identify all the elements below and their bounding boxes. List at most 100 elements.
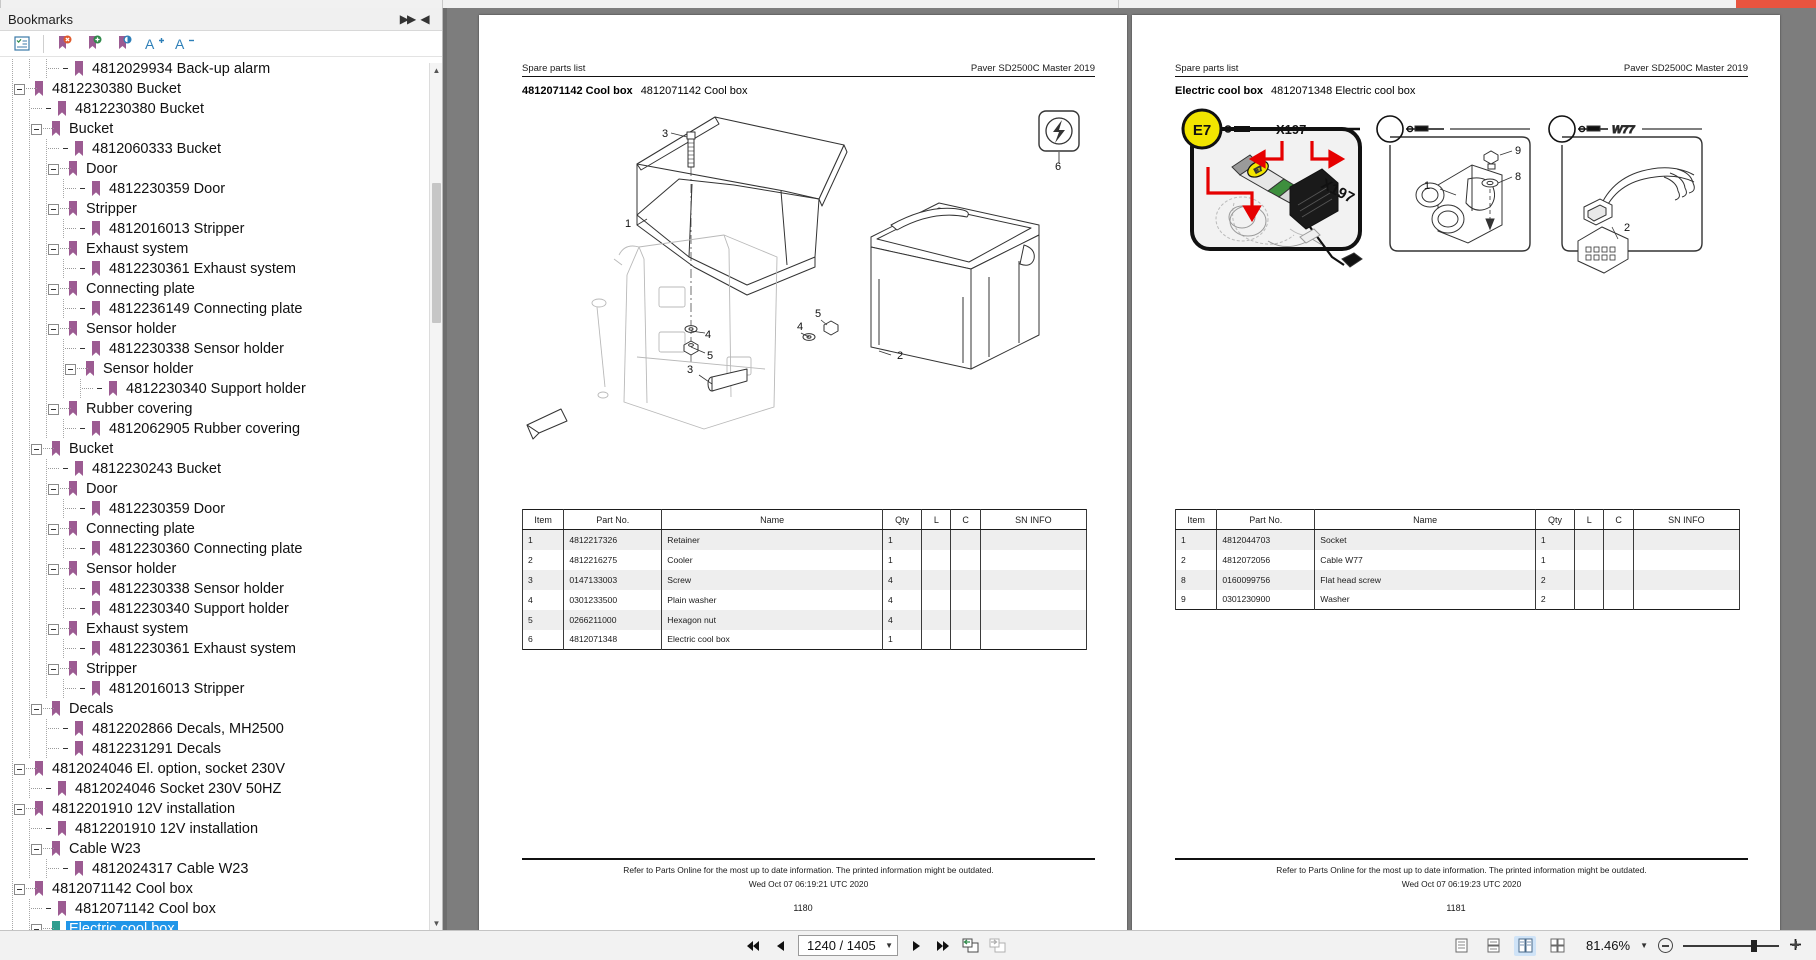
tree-toggle-icon[interactable] bbox=[48, 283, 59, 295]
bookmark-item[interactable]: 4812230243 Bucket bbox=[0, 459, 442, 480]
bookmark-item[interactable]: Sensor holder bbox=[0, 359, 442, 380]
bookmark-item[interactable]: 4812230361 Exhaust system bbox=[0, 639, 442, 660]
bookmark-options-icon[interactable] bbox=[8, 32, 36, 56]
bookmark-item[interactable]: Door bbox=[0, 159, 442, 180]
bookmark-item[interactable]: 4812230340 Support holder bbox=[0, 599, 442, 620]
scroll-up-icon[interactable]: ▲ bbox=[430, 63, 443, 77]
tree-toggle-icon[interactable] bbox=[48, 203, 59, 215]
bookmark-item[interactable]: Exhaust system bbox=[0, 619, 442, 640]
bookmark-item[interactable]: 4812202866 Decals, MH2500 bbox=[0, 719, 442, 740]
bookmark-item[interactable]: 4812230380 Bucket bbox=[0, 99, 442, 120]
last-page-button[interactable] bbox=[934, 936, 952, 956]
bookmark-item[interactable]: 4812016013 Stripper bbox=[0, 219, 442, 240]
bookmark-item[interactable]: 4812201910 12V installation bbox=[0, 819, 442, 840]
tree-toggle-icon[interactable] bbox=[31, 703, 42, 715]
bookmark-item[interactable]: 4812231291 Decals bbox=[0, 739, 442, 760]
tree-toggle-icon[interactable] bbox=[48, 523, 59, 535]
tree-toggle-icon[interactable] bbox=[14, 83, 25, 95]
bookmark-item[interactable]: Rubber covering bbox=[0, 399, 442, 420]
single-page-view-button[interactable] bbox=[1450, 936, 1472, 956]
tree-toggle-icon[interactable] bbox=[14, 803, 25, 815]
bookmark-item[interactable]: Cable W23 bbox=[0, 839, 442, 860]
tree-toggle-icon[interactable] bbox=[48, 623, 59, 635]
bookmark-item[interactable]: 4812071142 Cool box bbox=[0, 899, 442, 920]
next-view-icon[interactable] bbox=[988, 936, 1006, 956]
scrollbar-thumb[interactable] bbox=[432, 183, 441, 323]
bookmark-item[interactable]: 4812024046 El. option, socket 230V bbox=[0, 759, 442, 780]
tree-toggle-icon[interactable] bbox=[31, 123, 42, 135]
tree-toggle-icon[interactable] bbox=[31, 443, 42, 455]
decrease-font-icon[interactable]: A bbox=[171, 32, 199, 56]
document-viewer[interactable]: Spare parts list Paver SD2500C Master 20… bbox=[443, 8, 1816, 930]
bookmark-item[interactable]: Exhaust system bbox=[0, 239, 442, 260]
previous-view-icon[interactable] bbox=[961, 936, 979, 956]
tree-toggle-icon[interactable] bbox=[48, 663, 59, 675]
scroll-down-icon[interactable]: ▼ bbox=[430, 916, 443, 930]
tree-toggle-icon[interactable] bbox=[48, 163, 59, 175]
bookmark-item[interactable]: Bucket bbox=[0, 119, 442, 140]
next-page-button[interactable] bbox=[907, 936, 925, 956]
sidebar-scrollbar[interactable]: ▲ ▼ bbox=[429, 63, 442, 930]
add-bookmark-icon[interactable] bbox=[81, 32, 109, 56]
collapse-panel-icon[interactable]: ◀ bbox=[416, 10, 434, 28]
page-number-input[interactable]: 1240 / 1405 ▼ bbox=[798, 935, 898, 956]
bookmark-item[interactable]: 4812230360 Connecting plate bbox=[0, 539, 442, 560]
bookmark-item[interactable]: 4812060333 Bucket bbox=[0, 139, 442, 160]
zoom-dropdown-icon[interactable]: ▼ bbox=[1640, 941, 1648, 950]
bookmark-item[interactable]: 4812024317 Cable W23 bbox=[0, 859, 442, 880]
bookmark-item[interactable]: Stripper bbox=[0, 199, 442, 220]
chevron-down-icon[interactable]: ▼ bbox=[885, 941, 893, 950]
previous-page-button[interactable] bbox=[771, 936, 789, 956]
bookmark-item[interactable]: 4812062905 Rubber covering bbox=[0, 419, 442, 440]
bookmark-item[interactable]: 4812230361 Exhaust system bbox=[0, 259, 442, 280]
bookmark-item[interactable]: 4812230338 Sensor holder bbox=[0, 579, 442, 600]
bookmark-item[interactable]: Sensor holder bbox=[0, 319, 442, 340]
tree-toggle-icon[interactable] bbox=[48, 323, 59, 335]
bookmark-item[interactable]: Bucket bbox=[0, 439, 442, 460]
bookmark-item[interactable]: 4812230359 Door bbox=[0, 179, 442, 200]
bookmark-item[interactable]: 4812230359 Door bbox=[0, 499, 442, 520]
bookmark-item[interactable]: Connecting plate bbox=[0, 519, 442, 540]
bookmark-item[interactable]: 4812236149 Connecting plate bbox=[0, 299, 442, 320]
zoom-out-button[interactable] bbox=[1658, 938, 1673, 953]
bookmark-item[interactable]: 4812024046 Socket 230V 50HZ bbox=[0, 779, 442, 800]
zoom-slider[interactable] bbox=[1683, 938, 1779, 953]
bookmark-item[interactable]: Sensor holder bbox=[0, 559, 442, 580]
tree-toggle-icon[interactable] bbox=[14, 883, 25, 895]
pdf-page-right[interactable]: Spare parts list Paver SD2500C Master 20… bbox=[1132, 15, 1780, 930]
bookmark-item[interactable]: 4812029934 Back-up alarm bbox=[0, 59, 442, 80]
tree-toggle-icon[interactable] bbox=[48, 483, 59, 495]
bookmarks-tree[interactable]: 4812029934 Back-up alarm 4812230380 Bucke… bbox=[0, 57, 442, 931]
accent-strip bbox=[1736, 0, 1816, 8]
bookmark-item[interactable]: 4812016013 Stripper bbox=[0, 679, 442, 700]
edit-bookmark-icon[interactable] bbox=[111, 32, 139, 56]
bookmark-item[interactable]: Connecting plate bbox=[0, 279, 442, 300]
bookmark-item[interactable]: Door bbox=[0, 479, 442, 500]
bookmark-item[interactable]: 4812230380 Bucket bbox=[0, 79, 442, 100]
continuous-page-view-button[interactable] bbox=[1482, 936, 1504, 956]
tree-toggle-icon[interactable] bbox=[48, 563, 59, 575]
bookmark-item[interactable]: Electric cool box bbox=[0, 919, 442, 931]
tree-toggle-icon[interactable] bbox=[48, 243, 59, 255]
zoom-in-button[interactable] bbox=[1789, 938, 1804, 953]
continuous-facing-view-button[interactable] bbox=[1546, 936, 1568, 956]
bookmark-item[interactable]: 4812230338 Sensor holder bbox=[0, 339, 442, 360]
first-page-button[interactable] bbox=[744, 936, 762, 956]
bookmark-item[interactable]: 4812230340 Support holder bbox=[0, 379, 442, 400]
tree-toggle-icon[interactable] bbox=[14, 763, 25, 775]
bookmark-item[interactable]: Decals bbox=[0, 699, 442, 720]
bookmark-item[interactable]: 4812071142 Cool box bbox=[0, 879, 442, 900]
expand-panel-icon[interactable]: ▶▶ bbox=[398, 10, 416, 28]
tree-spacer bbox=[44, 104, 55, 115]
bookmark-item[interactable]: Stripper bbox=[0, 659, 442, 680]
facing-page-view-button[interactable] bbox=[1514, 935, 1537, 956]
bookmark-item[interactable]: 4812201910 12V installation bbox=[0, 799, 442, 820]
zoom-slider-knob[interactable] bbox=[1751, 940, 1757, 952]
pdf-page-left[interactable]: Spare parts list Paver SD2500C Master 20… bbox=[479, 15, 1127, 930]
increase-font-icon[interactable]: A bbox=[141, 32, 169, 56]
tree-connector bbox=[60, 559, 71, 579]
delete-bookmark-icon[interactable] bbox=[51, 32, 79, 56]
tree-toggle-icon[interactable] bbox=[48, 403, 59, 415]
tree-toggle-icon[interactable] bbox=[31, 843, 42, 855]
tree-toggle-icon[interactable] bbox=[65, 363, 76, 375]
